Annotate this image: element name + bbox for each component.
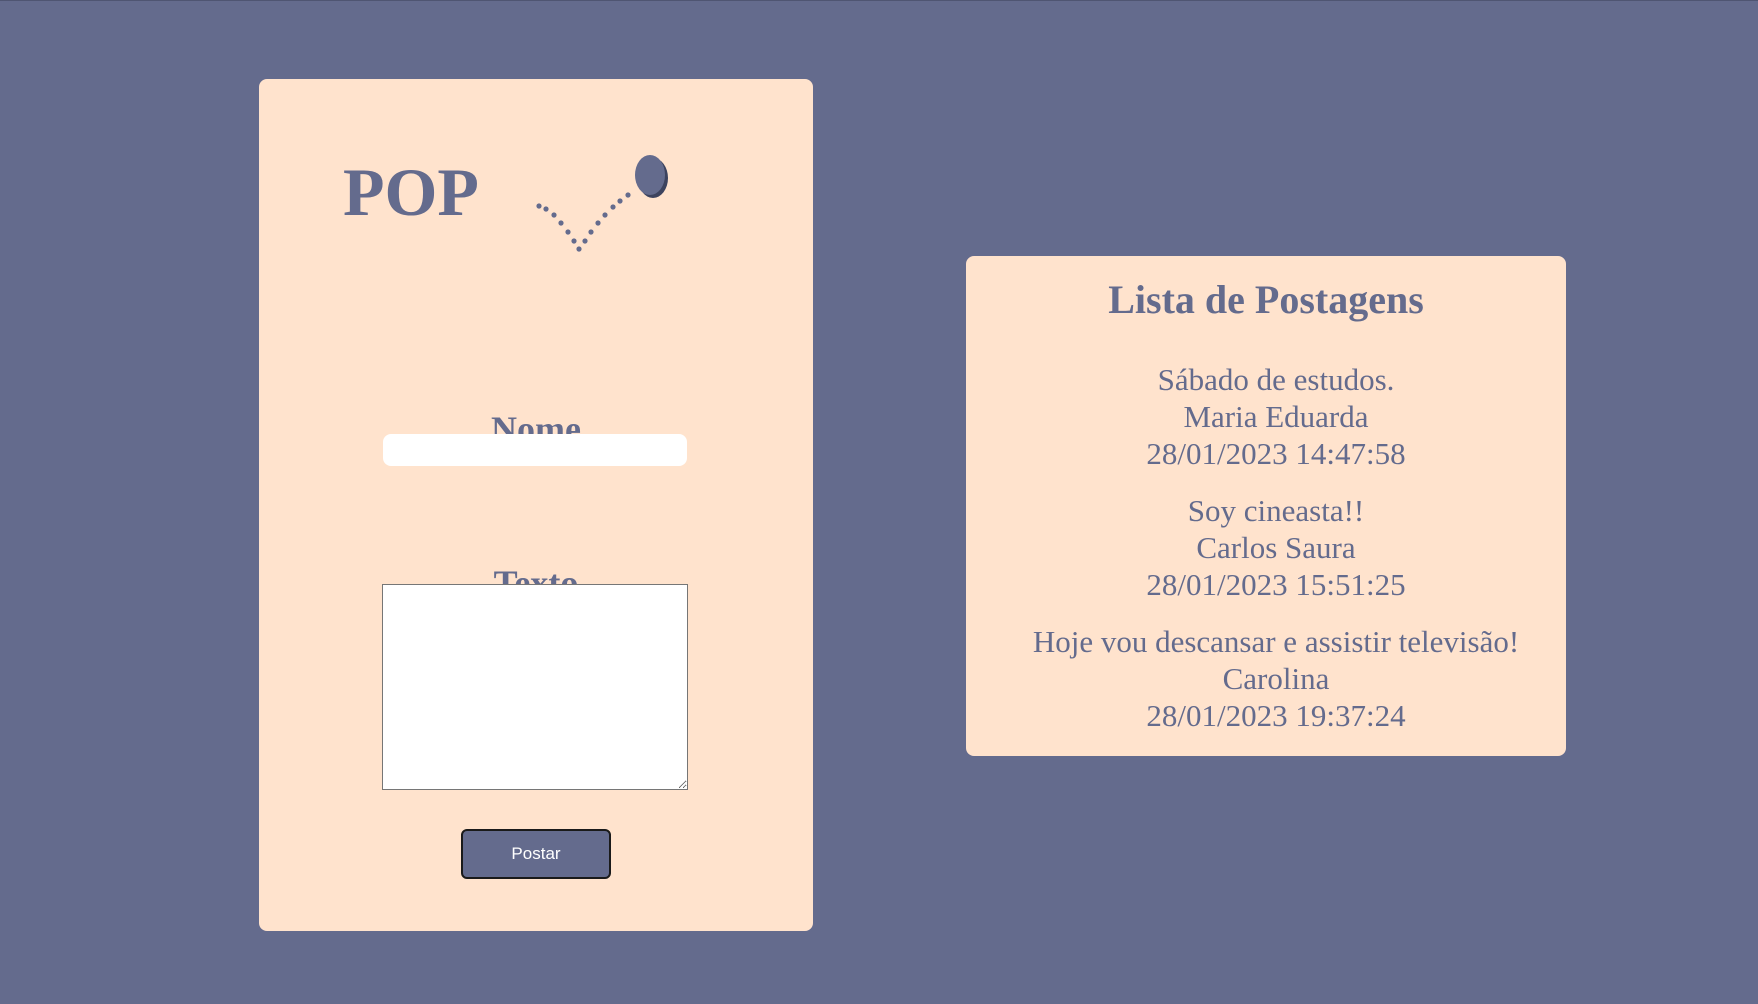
post-text: Sábado de estudos.	[1157, 362, 1395, 397]
post-author: Carlos Saura	[1196, 530, 1356, 565]
post-text: Hoje vou descansar e assistir televisão!	[1032, 624, 1520, 659]
post-item: Sábado de estudos. Maria Eduarda 28/01/2…	[986, 361, 1566, 472]
post-button[interactable]: Postar	[461, 829, 611, 879]
name-input[interactable]	[383, 434, 687, 466]
text-input[interactable]	[382, 584, 688, 790]
post-list-card: Lista de Postagens Sábado de estudos. Ma…	[966, 256, 1566, 756]
top-border	[0, 0, 1758, 1]
post-timestamp: 28/01/2023 19:37:24	[1146, 698, 1406, 733]
bouncing-ball-icon	[536, 155, 668, 252]
post-author: Maria Eduarda	[1183, 399, 1369, 434]
post-form-card: POP Nome Texto Postar	[259, 79, 813, 931]
post-item: Soy cineasta!! Carlos Saura 28/01/2023 1…	[986, 492, 1566, 603]
post-list-title: Lista de Postagens	[1108, 277, 1424, 322]
post-author: Carolina	[1222, 661, 1330, 696]
post-timestamp: 28/01/2023 14:47:58	[1146, 436, 1406, 471]
post-text: Soy cineasta!!	[1187, 493, 1365, 528]
logo-text: POP	[343, 154, 479, 230]
post-timestamp: 28/01/2023 15:51:25	[1146, 567, 1406, 602]
post-list: Sábado de estudos. Maria Eduarda 28/01/2…	[966, 361, 1566, 754]
post-item: Hoje vou descansar e assistir televisão!…	[986, 623, 1566, 734]
